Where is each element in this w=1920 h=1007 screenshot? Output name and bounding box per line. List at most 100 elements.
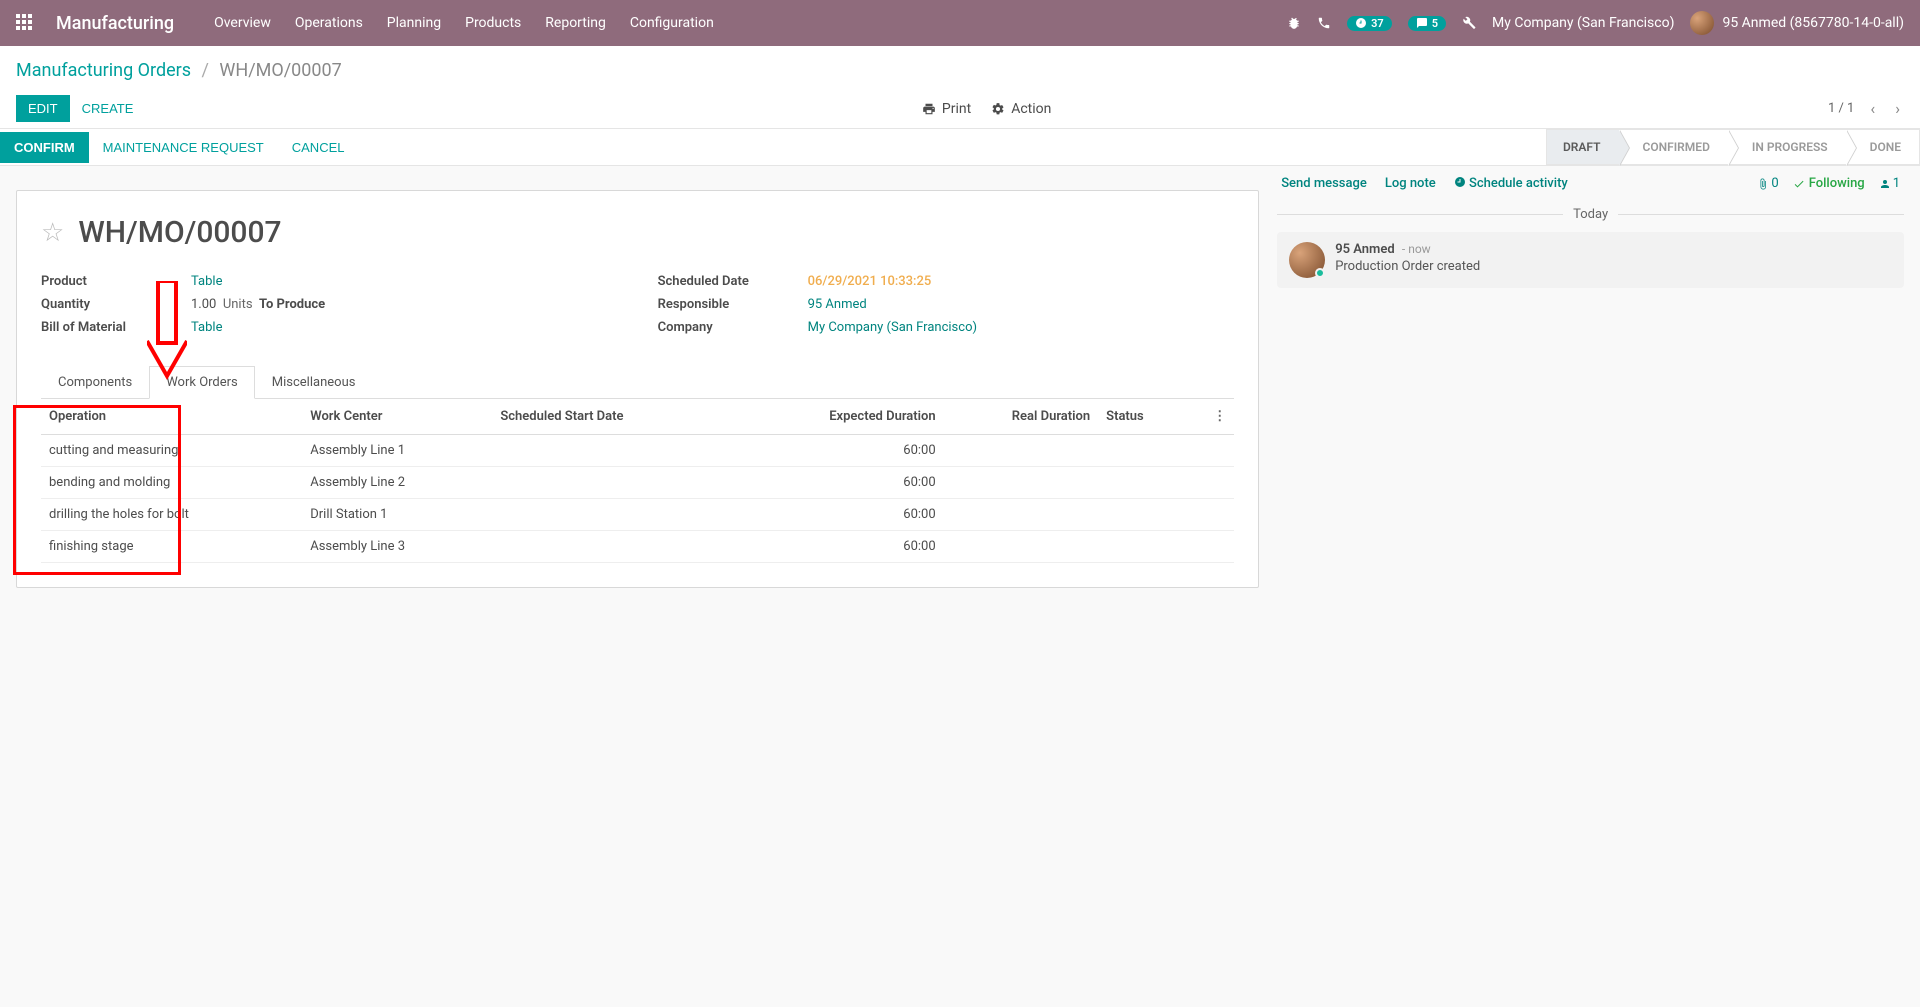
tab-components[interactable]: Components xyxy=(41,366,149,399)
tools-icon[interactable] xyxy=(1462,16,1476,30)
menu-products[interactable]: Products xyxy=(465,15,521,31)
cell-startdate xyxy=(492,467,753,499)
check-icon xyxy=(1793,178,1805,190)
product-value[interactable]: Table xyxy=(191,274,222,289)
print-button[interactable]: Print xyxy=(922,101,971,117)
menu-overview[interactable]: Overview xyxy=(214,15,271,31)
app-brand[interactable]: Manufacturing xyxy=(56,13,174,34)
star-icon[interactable]: ☆ xyxy=(41,218,64,248)
bug-icon[interactable] xyxy=(1287,16,1301,30)
message-avatar xyxy=(1289,242,1325,278)
pager-prev[interactable]: ‹ xyxy=(1866,99,1879,118)
cell-startdate xyxy=(492,435,753,467)
attach-count: 0 xyxy=(1771,176,1778,191)
send-message-button[interactable]: Send message xyxy=(1281,176,1367,191)
cell-operation: drilling the holes for bolt xyxy=(41,499,302,531)
col-realdur[interactable]: Real Duration xyxy=(944,399,1099,435)
message-text: Production Order created xyxy=(1335,259,1480,274)
message-time: - now xyxy=(1402,242,1431,256)
table-row[interactable]: drilling the holes for boltDrill Station… xyxy=(41,499,1234,531)
following-button[interactable]: Following xyxy=(1793,176,1865,191)
followers-button[interactable]: 1 xyxy=(1879,176,1900,191)
chatter-date-label: Today xyxy=(1573,207,1608,222)
responsible-label: Responsible xyxy=(658,297,808,312)
cell-startdate xyxy=(492,499,753,531)
responsible-value[interactable]: 95 Anmed xyxy=(808,297,867,312)
tab-workorders[interactable]: Work Orders xyxy=(149,366,255,399)
breadcrumb-root[interactable]: Manufacturing Orders xyxy=(16,60,191,81)
table-row[interactable]: cutting and measuringAssembly Line 160:0… xyxy=(41,435,1234,467)
confirm-button[interactable]: CONFIRM xyxy=(0,132,89,163)
cell-operation: finishing stage xyxy=(41,531,302,563)
table-row[interactable]: finishing stageAssembly Line 360:00 xyxy=(41,531,1234,563)
pager-text: 1 / 1 xyxy=(1828,101,1854,116)
stage-done[interactable]: DONE xyxy=(1846,129,1920,165)
col-workcenter[interactable]: Work Center xyxy=(302,399,492,435)
stage-draft[interactable]: DRAFT xyxy=(1546,129,1619,165)
cell-spacer xyxy=(1205,435,1234,467)
apps-icon[interactable] xyxy=(16,14,34,32)
cell-workcenter: Assembly Line 3 xyxy=(302,531,492,563)
log-note-button[interactable]: Log note xyxy=(1385,176,1436,191)
col-startdate[interactable]: Scheduled Start Date xyxy=(492,399,753,435)
discuss-badge[interactable]: 5 xyxy=(1408,16,1446,31)
cell-expdur: 60:00 xyxy=(754,499,944,531)
edit-button[interactable]: EDIT xyxy=(16,95,70,122)
action-label: Action xyxy=(1011,101,1051,117)
phone-icon[interactable] xyxy=(1317,16,1331,30)
stage-confirmed[interactable]: CONFIRMED xyxy=(1619,129,1728,165)
form-sheet: ☆ WH/MO/00007 Product Table Quantity 1.0… xyxy=(16,190,1259,588)
cell-startdate xyxy=(492,531,753,563)
status-stages: DRAFT CONFIRMED IN PROGRESS DONE xyxy=(1546,129,1920,165)
paperclip-icon xyxy=(1757,178,1769,190)
attachments-button[interactable]: 0 xyxy=(1757,176,1778,191)
cell-realdur xyxy=(944,499,1099,531)
breadcrumb: Manufacturing Orders / WH/MO/00007 xyxy=(16,60,1904,81)
cell-realdur xyxy=(944,531,1099,563)
table-row[interactable]: bending and moldingAssembly Line 260:00 xyxy=(41,467,1234,499)
pager-next[interactable]: › xyxy=(1891,99,1904,118)
col-status[interactable]: Status xyxy=(1098,399,1205,435)
menu-reporting[interactable]: Reporting xyxy=(545,15,606,31)
stage-inprogress[interactable]: IN PROGRESS xyxy=(1728,129,1846,165)
top-navbar: Manufacturing Overview Operations Planni… xyxy=(0,0,1920,46)
bom-value[interactable]: Table xyxy=(191,320,222,335)
menu-planning[interactable]: Planning xyxy=(387,15,441,31)
quantity-label: Quantity xyxy=(41,297,191,312)
cell-realdur xyxy=(944,467,1099,499)
activity-count: 37 xyxy=(1371,17,1384,30)
company-label: Company xyxy=(658,320,808,335)
print-icon xyxy=(922,102,936,116)
clock-icon xyxy=(1454,176,1466,188)
activity-badge[interactable]: 37 xyxy=(1347,16,1392,31)
cell-workcenter: Drill Station 1 xyxy=(302,499,492,531)
create-button[interactable]: CREATE xyxy=(70,95,146,122)
cell-spacer xyxy=(1205,467,1234,499)
message-author[interactable]: 95 Anmed xyxy=(1335,242,1394,257)
follower-count: 1 xyxy=(1893,176,1900,191)
cell-spacer xyxy=(1205,499,1234,531)
print-label: Print xyxy=(942,101,971,117)
avatar-icon xyxy=(1690,11,1714,35)
company-value[interactable]: My Company (San Francisco) xyxy=(808,320,977,335)
menu-configuration[interactable]: Configuration xyxy=(630,15,714,31)
maintenance-button[interactable]: MAINTENANCE REQUEST xyxy=(89,132,278,163)
col-operation[interactable]: Operation xyxy=(41,399,302,435)
product-label: Product xyxy=(41,274,191,289)
user-menu[interactable]: 95 Anmed (8567780-14-0-all) xyxy=(1690,11,1904,35)
cell-realdur xyxy=(944,435,1099,467)
menu-operations[interactable]: Operations xyxy=(295,15,363,31)
chatter-message: 95 Anmed - now Production Order created xyxy=(1277,232,1904,288)
action-button[interactable]: Action xyxy=(991,101,1051,117)
schedule-activity-button[interactable]: Schedule activity xyxy=(1454,176,1568,191)
cancel-button[interactable]: CANCEL xyxy=(278,132,359,163)
breadcrumb-current: WH/MO/00007 xyxy=(219,60,341,81)
tab-misc[interactable]: Miscellaneous xyxy=(255,366,373,399)
cell-status xyxy=(1098,435,1205,467)
scheduled-value: 06/29/2021 10:33:25 xyxy=(808,274,932,289)
table-options-icon[interactable]: ⋮ xyxy=(1205,399,1234,435)
col-expdur[interactable]: Expected Duration xyxy=(754,399,944,435)
bom-label: Bill of Material xyxy=(41,320,191,335)
chatter: Send message Log note Schedule activity … xyxy=(1267,166,1920,312)
company-switcher[interactable]: My Company (San Francisco) xyxy=(1492,15,1674,31)
